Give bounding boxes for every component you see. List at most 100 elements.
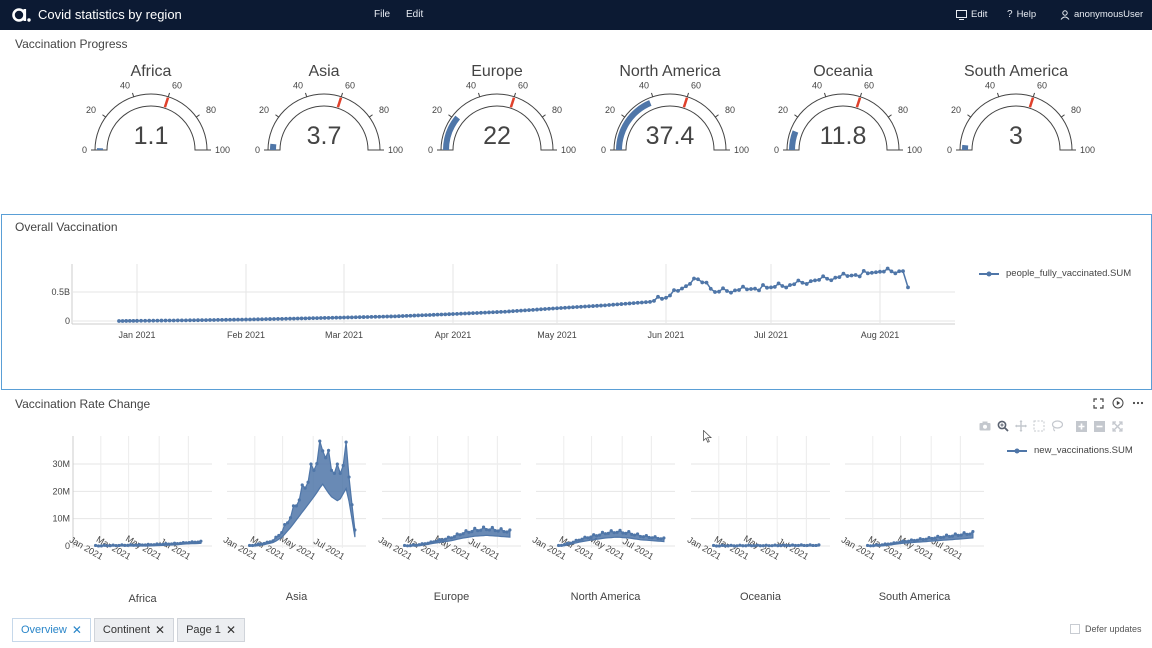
close-icon[interactable]: ✕ <box>72 623 82 637</box>
gauge-africa[interactable]: 0 20 40 60 80 100 Africa 1.1 <box>71 52 231 162</box>
data-point <box>272 317 276 321</box>
data-point <box>228 317 232 322</box>
app-logo-icon[interactable] <box>12 6 32 24</box>
data-point <box>776 281 781 286</box>
data-point <box>99 544 104 548</box>
legend-line-swatch <box>1007 448 1027 453</box>
facet-europe: Jan 2021Mar 2021May 2021Jul 2021Europe <box>377 436 521 603</box>
gauge-tick <box>794 114 798 118</box>
close-icon[interactable]: ✕ <box>155 623 165 637</box>
rate-legend-label: new_vaccinations.SUM <box>1034 445 1133 456</box>
gauge-south-america[interactable]: 0 20 40 60 80 100 South America 3 <box>936 52 1096 162</box>
defer-updates-checkbox[interactable] <box>1070 624 1080 634</box>
data-point <box>535 307 539 312</box>
data-point <box>780 284 785 288</box>
zoom-out-icon[interactable] <box>1092 419 1106 433</box>
overall-vaccination-chart[interactable]: 0 0.5B Jan 2021 Feb 2021 Mar 2021 Apr 2021 May… <box>0 240 1152 350</box>
gauge-value: 37.4 <box>646 122 695 150</box>
zoom-in-icon[interactable] <box>1074 419 1088 433</box>
gauge-tick-label: 0 <box>82 145 87 155</box>
data-point <box>668 293 672 298</box>
data-point <box>814 543 818 548</box>
user-icon <box>1060 9 1070 20</box>
data-point <box>725 289 729 293</box>
file-menu[interactable]: File <box>374 9 390 20</box>
data-point <box>420 313 424 318</box>
data-point <box>627 529 631 534</box>
data-point <box>96 544 101 548</box>
tab-overview[interactable]: Overview ✕ <box>12 618 91 642</box>
gauge-title: Europe <box>471 63 523 80</box>
data-point <box>124 319 129 323</box>
data-point <box>479 528 483 532</box>
data-point <box>829 278 834 283</box>
data-point <box>571 305 575 310</box>
data-point <box>256 542 260 546</box>
data-point <box>711 543 716 548</box>
vaccination-rate-chart[interactable]: 010M20M30MJan 2021Mar 2021May 2021Jul 20… <box>0 430 1000 610</box>
data-point <box>479 310 483 315</box>
data-point <box>496 529 500 533</box>
pan-icon[interactable] <box>1014 419 1028 433</box>
data-point <box>630 532 634 536</box>
data-point <box>224 317 228 322</box>
gauge-tick <box>131 92 135 97</box>
data-point <box>769 285 773 290</box>
gauges-chart[interactable]: 0 20 40 60 80 100 Africa 1.1 0 20 40 60 80 100 Asia 3.7… <box>0 52 1152 162</box>
tab-continent[interactable]: Continent ✕ <box>93 618 175 642</box>
data-point <box>458 533 462 537</box>
data-point <box>568 541 572 545</box>
box-select-icon[interactable] <box>1032 419 1046 433</box>
overall-legend[interactable]: people_fully_vaccinated.SUM <box>978 268 1131 279</box>
gauge-north-america[interactable]: 0 20 40 60 80 100 North America 37.4 <box>590 52 750 162</box>
data-point <box>357 315 362 320</box>
data-point <box>463 311 467 316</box>
close-icon[interactable]: ✕ <box>226 623 236 637</box>
gauge-oceania[interactable]: 0 20 40 60 80 100 Oceania 11.8 <box>763 52 923 162</box>
gauge-value: 11.8 <box>820 122 867 150</box>
data-point <box>750 544 754 548</box>
gauge-value-bar <box>962 144 969 150</box>
data-point <box>417 543 421 547</box>
edit-menu[interactable]: Edit <box>406 9 423 20</box>
data-point <box>161 542 165 546</box>
user-menu[interactable]: anonymousUser <box>1060 9 1143 20</box>
gauge-value: 22 <box>483 122 511 150</box>
edit-mode-button[interactable]: Edit <box>956 9 987 20</box>
gauge-asia[interactable]: 0 20 40 60 80 100 Asia 3.7 <box>244 52 404 162</box>
gauge-value-bar <box>270 143 277 150</box>
gauge-tick-label: 0 <box>947 145 952 155</box>
data-point <box>172 541 177 545</box>
data-point <box>805 543 809 548</box>
play-icon[interactable] <box>1111 396 1125 410</box>
gauge-title: Asia <box>308 63 339 80</box>
gauge-tick-label: 20 <box>605 105 615 115</box>
data-point <box>906 285 910 290</box>
y-tick-label: 0 <box>65 316 70 326</box>
data-point <box>825 276 830 281</box>
data-point <box>349 315 354 320</box>
tab-page-1[interactable]: Page 1 ✕ <box>177 618 245 642</box>
more-options-icon[interactable] <box>1131 396 1145 410</box>
data-point <box>131 318 136 323</box>
data-point <box>897 269 902 274</box>
defer-updates-toggle[interactable]: Defer updates <box>1070 624 1142 634</box>
data-point <box>607 303 611 307</box>
series-line <box>119 267 909 322</box>
rate-legend[interactable]: new_vaccinations.SUM <box>1006 445 1133 456</box>
gauge-tick-label: 40 <box>985 80 995 90</box>
data-point <box>599 303 603 308</box>
data-point <box>611 302 616 307</box>
gauge-europe[interactable]: 0 20 40 60 80 100 Europe 22 <box>417 52 577 162</box>
autoscale-icon[interactable] <box>1110 419 1124 433</box>
fullscreen-icon[interactable] <box>1091 396 1105 410</box>
data-point <box>212 318 216 322</box>
data-point <box>280 316 284 321</box>
data-point <box>551 306 555 311</box>
lasso-icon[interactable] <box>1050 419 1064 433</box>
help-button[interactable]: ? Help <box>1007 9 1036 20</box>
data-point <box>318 316 323 320</box>
gauge-tick <box>967 114 971 118</box>
gauge-tick <box>621 114 625 118</box>
data-point <box>912 538 916 543</box>
